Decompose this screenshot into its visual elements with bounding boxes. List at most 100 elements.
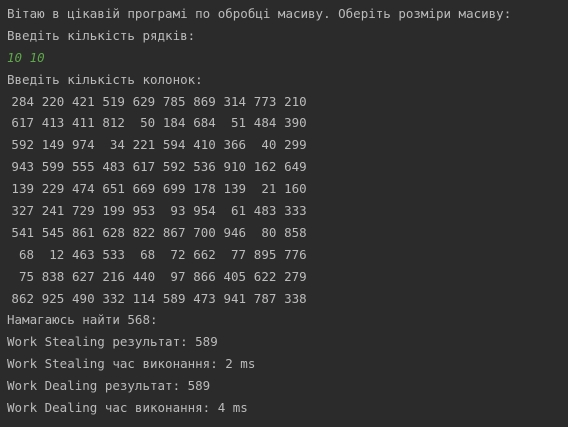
- matrix-cell: 210: [284, 93, 307, 109]
- matrix-cell: 413: [41, 115, 65, 131]
- matrix-cell: 545: [41, 224, 65, 240]
- matrix-cell: 910: [223, 159, 247, 175]
- matrix-cell: 699: [162, 181, 186, 197]
- matrix-cell: 139: [223, 181, 247, 197]
- matrix-row: 541 545 861 628 822 867 700 946 80 858: [7, 222, 568, 244]
- matrix-cell: 822: [132, 224, 156, 240]
- matrix-cell: 628: [102, 224, 125, 240]
- matrix-cell: 72: [170, 246, 186, 262]
- matrix-cell: 40: [261, 137, 277, 153]
- user-input-line: 10 10: [7, 49, 45, 65]
- matrix-cell: 592: [162, 159, 186, 175]
- matrix-cell: 410: [193, 137, 216, 153]
- matrix-cell: 483: [102, 159, 125, 175]
- console-output[interactable]: Вітаю в цікавій програмі по обробці маси…: [0, 0, 568, 427]
- matrix-cell: 700: [193, 224, 216, 240]
- matrix-cell: 838: [41, 268, 65, 284]
- cols-prompt-line: Введіть кількість колонок:: [7, 71, 203, 87]
- matrix-cell: 867: [162, 224, 186, 240]
- matrix-row: 617 413 411 812 50 184 684 51 484 390: [7, 112, 568, 134]
- matrix-cell: 50: [140, 115, 156, 131]
- matrix-cell: 869: [193, 93, 216, 109]
- matrix-cell: 729: [72, 203, 95, 219]
- matrix-row: 943 599 555 483 617 592 536 910 162 649: [7, 156, 568, 178]
- matrix-cell: 953: [132, 203, 156, 219]
- matrix-cell: 390: [284, 115, 307, 131]
- matrix-cell: 114: [132, 290, 156, 306]
- matrix-cell: 785: [162, 93, 186, 109]
- matrix-cell: 925: [41, 290, 65, 306]
- matrix-cell: 649: [284, 159, 307, 175]
- matrix-cell: 77: [231, 246, 247, 262]
- matrix-cell: 943: [11, 159, 34, 175]
- matrix-cell: 812: [102, 115, 125, 131]
- matrix-cell: 97: [170, 268, 186, 284]
- matrix-cell: 440: [132, 268, 156, 284]
- matrix-cell: 617: [132, 159, 156, 175]
- matrix-cell: 366: [223, 137, 247, 153]
- matrix-cell: 279: [284, 268, 307, 284]
- matrix-cell: 51: [231, 115, 247, 131]
- matrix-cell: 220: [41, 93, 65, 109]
- matrix-row: 327 241 729 199 953 93 954 61 483 333: [7, 200, 568, 222]
- matrix-cell: 773: [253, 93, 277, 109]
- matrix-cell: 216: [102, 268, 125, 284]
- matrix-cell: 866: [193, 268, 216, 284]
- matrix-cell: 184: [162, 115, 186, 131]
- matrix-cell: 178: [193, 181, 216, 197]
- matrix-cell: 662: [193, 246, 216, 262]
- matrix-cell: 160: [284, 181, 307, 197]
- matrix-cell: 484: [253, 115, 277, 131]
- matrix-cell: 199: [102, 203, 125, 219]
- search-line: Намагаюсь найти 568:: [7, 312, 158, 328]
- matrix-cell: 787: [253, 290, 277, 306]
- matrix-row: 284 220 421 519 629 785 869 314 773 210: [7, 91, 568, 113]
- matrix-cell: 474: [72, 181, 95, 197]
- matrix-cell: 599: [41, 159, 65, 175]
- matrix-cell: 80: [261, 224, 277, 240]
- matrix-cell: 421: [72, 93, 95, 109]
- matrix-cell: 333: [284, 203, 307, 219]
- matrix-cell: 974: [72, 137, 95, 153]
- matrix-cell: 589: [162, 290, 186, 306]
- matrix-cell: 483: [253, 203, 277, 219]
- matrix-cell: 68: [140, 246, 156, 262]
- matrix-cell: 776: [284, 246, 307, 262]
- matrix-cell: 536: [193, 159, 216, 175]
- matrix-cell: 75: [18, 268, 34, 284]
- matrix-cell: 61: [231, 203, 247, 219]
- matrix-row: 139 229 474 651 669 699 178 139 21 160: [7, 178, 568, 200]
- matrix-cell: 405: [223, 268, 247, 284]
- matrix-cell: 895: [253, 246, 277, 262]
- matrix-cell: 411: [72, 115, 95, 131]
- matrix-row: 68 12 463 533 68 72 662 77 895 776: [7, 244, 568, 266]
- matrix-cell: 332: [102, 290, 125, 306]
- matrix-cell: 617: [11, 115, 34, 131]
- matrix-cell: 68: [18, 246, 34, 262]
- matrix-cell: 327: [11, 203, 34, 219]
- matrix-cell: 139: [11, 181, 34, 197]
- matrix-cell: 93: [170, 203, 186, 219]
- welcome-line: Вітаю в цікавій програмі по обробці маси…: [7, 6, 512, 21]
- matrix-cell: 651: [102, 181, 125, 197]
- matrix-cell: 284: [11, 93, 34, 109]
- matrix-cell: 519: [102, 93, 125, 109]
- matrix-cell: 684: [193, 115, 216, 131]
- matrix-cell: 12: [49, 246, 65, 262]
- matrix-cell: 862: [11, 290, 34, 306]
- matrix-cell: 629: [132, 93, 156, 109]
- matrix-cell: 221: [132, 137, 156, 153]
- matrix-cell: 314: [223, 93, 247, 109]
- work-dealing-result-line: Work Dealing результат: 589: [7, 378, 211, 394]
- matrix-cell: 954: [193, 203, 216, 219]
- rows-prompt-line: Введіть кількість рядків:: [7, 27, 196, 43]
- matrix-cell: 473: [193, 290, 216, 306]
- matrix-cell: 299: [284, 137, 307, 153]
- matrix-cell: 338: [284, 290, 307, 306]
- matrix-cell: 627: [72, 268, 95, 284]
- matrix-cell: 594: [162, 137, 186, 153]
- matrix-cell: 622: [253, 268, 277, 284]
- matrix-cell: 669: [132, 181, 156, 197]
- work-stealing-time-line: Work Stealing час виконання: 2 ms: [7, 356, 256, 372]
- work-dealing-time-line: Work Dealing час виконання: 4 ms: [7, 400, 248, 416]
